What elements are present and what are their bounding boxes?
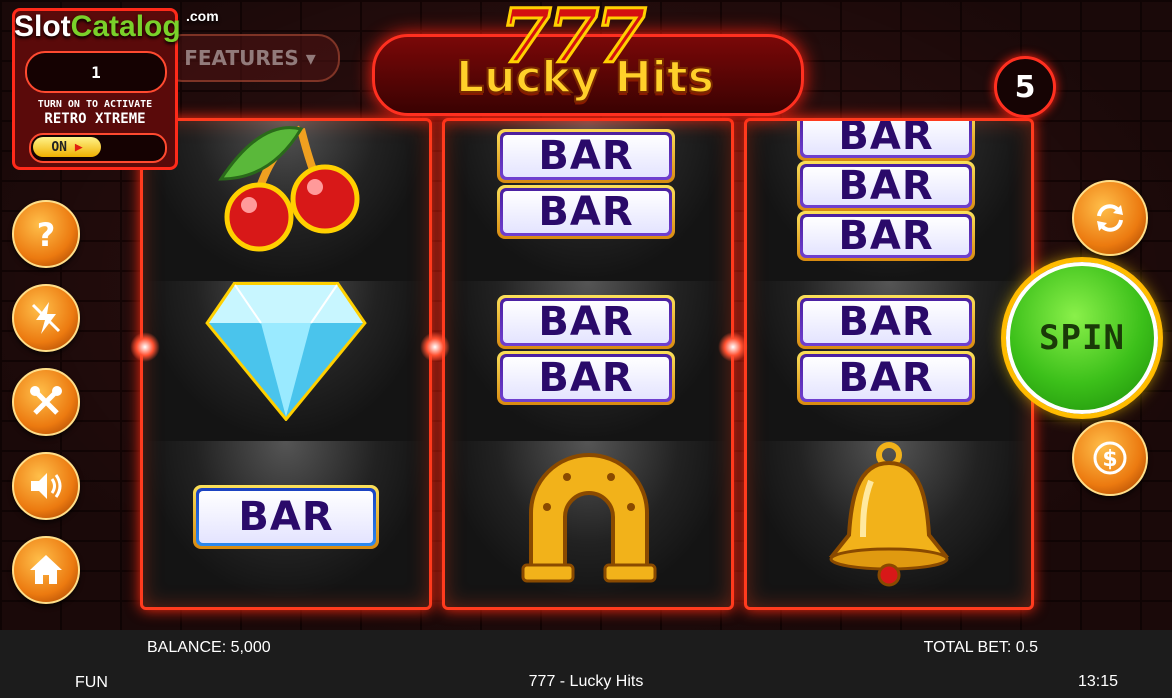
- horseshoe-symbol: [521, 453, 657, 583]
- retro-title: RETRO XTREME: [44, 111, 146, 127]
- bar-text: BAR: [803, 213, 969, 259]
- total-bet-label: TOTAL BET: 0.5: [923, 639, 1038, 656]
- bar-text: BAR: [503, 299, 669, 345]
- autoplay-button[interactable]: [1072, 180, 1148, 256]
- paylines-badge: 5: [994, 56, 1056, 118]
- retro-hint: TURN ON TO ACTIVATE: [37, 99, 153, 110]
- logo-slot: Slot: [14, 10, 71, 43]
- neon-glow: [718, 332, 748, 362]
- svg-text:$: $: [1102, 447, 1117, 472]
- clock-label: 13:15: [1077, 673, 1118, 690]
- cherry-symbol: [218, 125, 360, 252]
- double-bar-symbol: BAR: [497, 129, 675, 183]
- logo-catalog: Catalog: [70, 10, 181, 43]
- settings-icon: [30, 386, 62, 415]
- double-bar-symbol: BAR: [797, 351, 975, 405]
- triple-bar-symbol: BAR: [797, 161, 975, 211]
- triple-bar-symbol: BAR: [797, 121, 975, 161]
- features-button[interactable]: FEATURES ▾: [160, 34, 340, 82]
- settings-button[interactable]: [12, 368, 80, 436]
- bet-button[interactable]: $: [1072, 420, 1148, 496]
- autoplay-icon: [1097, 204, 1123, 232]
- neon-glow: [420, 332, 450, 362]
- neon-glow: [130, 332, 160, 362]
- bar-text: BAR: [803, 121, 969, 159]
- turbo-off-icon: [31, 302, 61, 334]
- retro-counter: 1: [25, 51, 167, 93]
- svg-text:?: ?: [37, 216, 56, 253]
- bell-symbol: [828, 442, 950, 587]
- toggle-knob[interactable]: ON ▶: [33, 137, 101, 157]
- bar-text: BAR: [503, 189, 669, 235]
- turbo-button[interactable]: [12, 284, 80, 352]
- bar-text: BAR: [199, 491, 373, 543]
- balance-label: BALANCE: 5,000: [147, 639, 271, 656]
- double-bar-symbol: BAR: [497, 295, 675, 349]
- home-icon: [30, 555, 62, 584]
- double-bar-symbol: BAR: [497, 185, 675, 239]
- slotcatalog-logo: SlotCatalog .com: [14, 8, 219, 44]
- reel-1: BAR: [140, 118, 432, 610]
- bar-text: BAR: [803, 355, 969, 401]
- diamond-symbol: [205, 282, 367, 421]
- sound-icon: [31, 473, 62, 499]
- triple-bar-symbol: BAR: [797, 211, 975, 261]
- bar-text: BAR: [803, 163, 969, 209]
- bar-symbol: BAR: [193, 485, 379, 549]
- bar-text: BAR: [803, 299, 969, 345]
- help-button[interactable]: ?: [12, 200, 80, 268]
- double-bar-symbol: BAR: [797, 295, 975, 349]
- game-title: Lucky Hits: [455, 51, 715, 104]
- sound-button[interactable]: [12, 452, 80, 520]
- reel-3: BAR BAR BAR BAR BAR: [744, 118, 1034, 610]
- bar-text: BAR: [503, 133, 669, 179]
- bet-icon: $: [1093, 441, 1127, 475]
- game-name-label: 777 - Lucky Hits: [528, 673, 644, 690]
- logo-com: .com: [186, 8, 219, 24]
- reel-2: BAR BAR BAR BAR: [442, 118, 734, 610]
- arrow-right-icon: ▶: [74, 139, 83, 155]
- help-icon: ?: [37, 216, 56, 253]
- bar-text: BAR: [503, 355, 669, 401]
- double-bar-symbol: BAR: [497, 351, 675, 405]
- toggle-label: ON: [51, 139, 67, 155]
- retro-toggle[interactable]: ON ▶: [29, 133, 167, 163]
- home-button[interactable]: [12, 536, 80, 604]
- spin-button[interactable]: SPIN: [1006, 262, 1158, 414]
- status-bar: BALANCE: 5,000 TOTAL BET: 0.5 FUN 777 - …: [0, 630, 1172, 698]
